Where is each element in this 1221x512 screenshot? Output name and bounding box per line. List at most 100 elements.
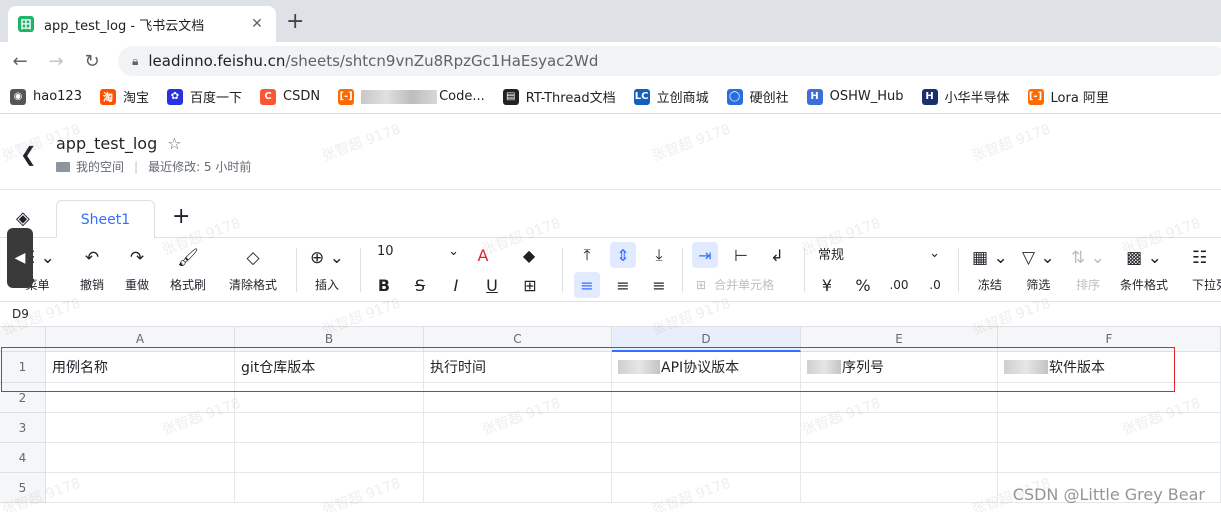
- cell-f4[interactable]: [998, 443, 1221, 473]
- merge-cells-button[interactable]: ⊞ 合并单元格: [696, 276, 774, 293]
- row-header-1[interactable]: 1: [0, 352, 46, 383]
- cell-c3[interactable]: [424, 413, 612, 443]
- back-arrow-icon[interactable]: ❮: [20, 142, 37, 166]
- cell-b3[interactable]: [235, 413, 424, 443]
- align-right-icon[interactable]: ≡: [646, 272, 672, 298]
- column-header-d[interactable]: D: [612, 327, 801, 352]
- cell-d4[interactable]: [612, 443, 801, 473]
- cell-a4[interactable]: [46, 443, 235, 473]
- bookmark-item[interactable]: LC 立创商城: [633, 87, 709, 106]
- select-all-corner[interactable]: [0, 327, 46, 352]
- cell-a1[interactable]: 用例名称: [46, 352, 235, 383]
- bookmark-item[interactable]: H 小华半导体: [921, 87, 1010, 106]
- percent-icon[interactable]: %: [850, 272, 876, 298]
- currency-icon[interactable]: ¥: [814, 272, 840, 298]
- text-overflow-icon[interactable]: ⇥: [692, 242, 718, 268]
- conditional-format-button[interactable]: ▩ ⌄ 条件格式: [1120, 246, 1168, 293]
- url-input[interactable]: 🔒︎ leadinno.feishu.cn/sheets/shtcn9vnZu8…: [118, 46, 1221, 76]
- document-title[interactable]: app_test_log: [56, 134, 157, 153]
- cell-f1[interactable]: 软件版本: [998, 352, 1221, 383]
- star-icon[interactable]: ☆: [167, 134, 181, 153]
- cell-c4[interactable]: [424, 443, 612, 473]
- format-painter-button[interactable]: 🖌︎ 格式刷: [170, 246, 206, 293]
- layers-icon[interactable]: ◈: [16, 208, 30, 229]
- collapse-toolbar-handle[interactable]: ◀: [7, 228, 33, 288]
- cell-f3[interactable]: [998, 413, 1221, 443]
- cell-e1[interactable]: 序列号: [801, 352, 998, 383]
- strikethrough-icon[interactable]: S: [407, 272, 433, 298]
- column-header-c[interactable]: C: [424, 327, 612, 352]
- cell-d5[interactable]: [612, 473, 801, 503]
- back-nav-icon[interactable]: ←: [2, 51, 38, 72]
- cell-e4[interactable]: [801, 443, 998, 473]
- reload-icon[interactable]: ↻: [74, 51, 110, 72]
- undo-button[interactable]: ↶ 撤销: [80, 246, 104, 293]
- number-format-select[interactable]: 常规 ⌄: [818, 244, 940, 263]
- bookmark-item[interactable]: ◯ 硬创社: [726, 87, 789, 106]
- bookmark-item[interactable]: H OSHW_Hub: [806, 88, 904, 105]
- fill-color-icon[interactable]: ◆: [516, 242, 542, 268]
- cell-reference[interactable]: D9: [12, 307, 29, 321]
- cell-b2[interactable]: [235, 383, 424, 413]
- row-header-4[interactable]: 4: [0, 443, 46, 473]
- freeze-button[interactable]: ▦ ⌄ 冻结: [972, 246, 1008, 293]
- align-left-icon[interactable]: ≡: [574, 272, 600, 298]
- cell-d1[interactable]: API协议版本: [612, 352, 801, 383]
- cell-d3[interactable]: [612, 413, 801, 443]
- bookmark-item[interactable]: [-] Lora 阿里: [1027, 87, 1109, 106]
- clear-format-button[interactable]: ◇ 清除格式: [229, 246, 277, 293]
- bookmark-item[interactable]: [-] Code...: [338, 88, 485, 105]
- increase-decimal-icon[interactable]: .00: [886, 272, 912, 298]
- font-size-select[interactable]: 10 ⌄: [377, 244, 459, 259]
- bold-icon[interactable]: B: [371, 272, 397, 298]
- column-header-e[interactable]: E: [801, 327, 998, 352]
- align-bottom-icon[interactable]: ⤓: [646, 242, 672, 268]
- cell-b5[interactable]: [235, 473, 424, 503]
- cell-e5[interactable]: [801, 473, 998, 503]
- bookmark-item[interactable]: ✿ 百度一下: [167, 87, 242, 106]
- cell-a5[interactable]: [46, 473, 235, 503]
- align-top-icon[interactable]: ⤒: [574, 242, 600, 268]
- row-header-2[interactable]: 2: [0, 383, 46, 413]
- bookmark-item[interactable]: ◉ hao123: [10, 88, 82, 105]
- align-center-icon[interactable]: ≡: [610, 272, 636, 298]
- redo-button[interactable]: ↷ 重做: [125, 246, 149, 293]
- row-header-5[interactable]: 5: [0, 473, 46, 503]
- bookmark-item[interactable]: 淘淘宝: [99, 87, 149, 106]
- align-middle-icon[interactable]: ⇕: [610, 242, 636, 268]
- border-icon[interactable]: ⊞: [517, 272, 543, 298]
- italic-icon[interactable]: I: [443, 272, 469, 298]
- cell-a3[interactable]: [46, 413, 235, 443]
- column-header-b[interactable]: B: [235, 327, 424, 352]
- decrease-decimal-icon[interactable]: .0: [922, 272, 948, 298]
- column-header-a[interactable]: A: [46, 327, 235, 352]
- font-color-icon[interactable]: A: [470, 242, 496, 268]
- add-sheet-icon[interactable]: +: [172, 204, 190, 229]
- cell-c2[interactable]: [424, 383, 612, 413]
- close-tab-icon[interactable]: ✕: [248, 16, 266, 32]
- cell-e2[interactable]: [801, 383, 998, 413]
- column-header-f[interactable]: F: [998, 327, 1221, 352]
- forward-nav-icon[interactable]: →: [38, 51, 74, 72]
- bookmark-item[interactable]: C CSDN: [260, 88, 320, 105]
- cell-c5[interactable]: [424, 473, 612, 503]
- cell-e3[interactable]: [801, 413, 998, 443]
- bookmark-item[interactable]: ▤ RT-Thread文档: [502, 87, 616, 106]
- cell-f2[interactable]: [998, 383, 1221, 413]
- cell-a2[interactable]: [46, 383, 235, 413]
- underline-icon[interactable]: U: [479, 272, 505, 298]
- cell-b4[interactable]: [235, 443, 424, 473]
- text-wrap-icon[interactable]: ↲: [764, 242, 790, 268]
- cell-c1[interactable]: 执行时间: [424, 352, 612, 383]
- text-clip-icon[interactable]: ⊢: [728, 242, 754, 268]
- cell-d2[interactable]: [612, 383, 801, 413]
- cell-b1[interactable]: git仓库版本: [235, 352, 424, 383]
- document-location[interactable]: 我的空间: [76, 158, 124, 175]
- insert-button[interactable]: ⊕ ⌄ 插入: [310, 246, 344, 293]
- filter-button[interactable]: ▽ ⌄ 筛选: [1022, 246, 1055, 293]
- browser-tab[interactable]: 田 app_test_log - 飞书云文档 ✕: [8, 6, 276, 42]
- dropdown-list-button[interactable]: ☷ 下拉列: [1192, 246, 1221, 293]
- tab-sheet1[interactable]: Sheet1: [56, 200, 155, 239]
- row-header-3[interactable]: 3: [0, 413, 46, 443]
- sort-button[interactable]: ⇅ ⌄ 排序: [1071, 246, 1105, 293]
